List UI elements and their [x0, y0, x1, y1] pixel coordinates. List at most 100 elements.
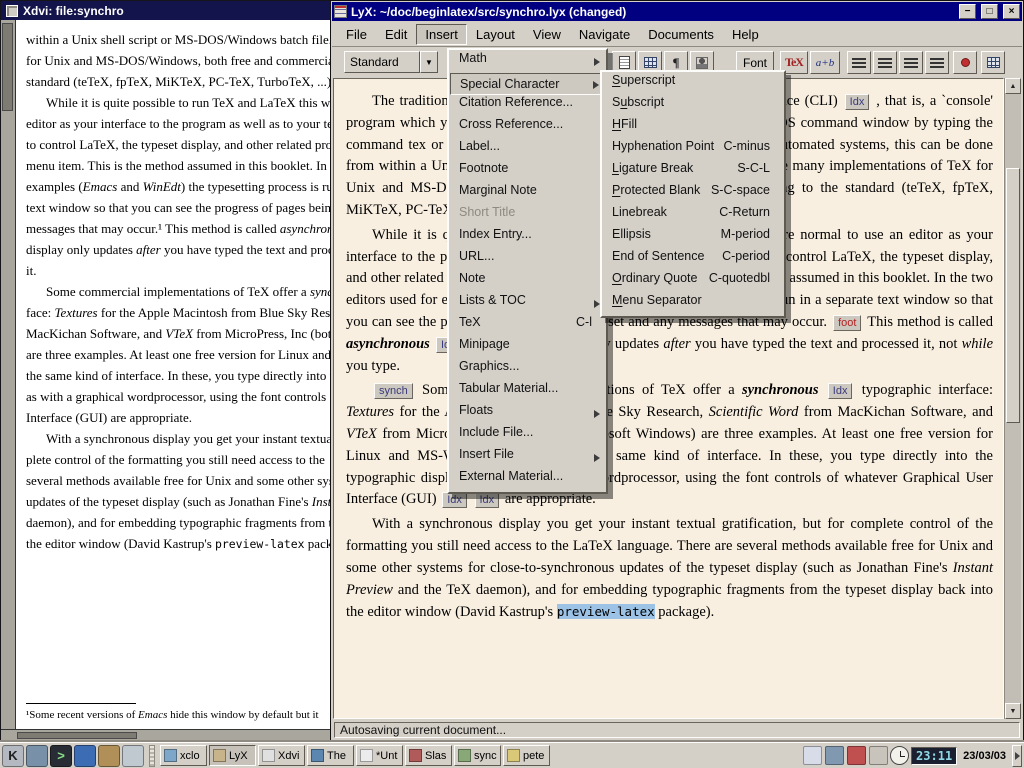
applet-handle[interactable] — [149, 745, 155, 767]
menubar-item-edit[interactable]: Edit — [376, 24, 416, 45]
xdvi-window-icon[interactable] — [6, 5, 18, 17]
menu-item-superscript[interactable]: Superscript — [603, 73, 783, 95]
konqueror-icon[interactable] — [74, 745, 96, 767]
lyx-window-icon[interactable] — [334, 5, 347, 18]
math-mode-button[interactable]: a+b — [810, 51, 840, 74]
description-icon[interactable] — [899, 51, 923, 74]
speaker-icon[interactable] — [869, 746, 888, 765]
footnote-inset-button[interactable]: foot — [833, 315, 861, 331]
menu-item-graphics[interactable]: Graphics... — [450, 359, 605, 381]
show-desktop-icon[interactable] — [26, 745, 48, 767]
close-button[interactable]: × — [1003, 4, 1020, 19]
document-scrollbar[interactable]: ▲ ▼ — [1004, 78, 1021, 719]
menu-item-citation-reference[interactable]: Citation Reference... — [450, 95, 605, 117]
scroll-thumb[interactable] — [1006, 168, 1020, 423]
xdvi-page-view[interactable]: within a Unix shell script or MS-DOS/Win… — [16, 20, 331, 729]
menu-item-include-file[interactable]: Include File... — [450, 425, 605, 447]
menu-item-insert-file[interactable]: Insert File — [450, 447, 605, 469]
menu-item-ellipsis[interactable]: EllipsisM-period — [603, 227, 783, 249]
k-menu-icon[interactable]: K — [2, 745, 24, 767]
task-button-the[interactable]: The — [307, 745, 354, 766]
inset-button[interactable]: Idx — [828, 383, 853, 399]
menu-item-menu-separator[interactable]: Menu Separator — [603, 293, 783, 315]
menu-item-minipage[interactable]: Minipage — [450, 337, 605, 359]
menubar-item-navigate[interactable]: Navigate — [570, 24, 639, 45]
menu-item-marginal-note[interactable]: Marginal Note — [450, 183, 605, 205]
enumerate-icon[interactable] — [873, 51, 897, 74]
task-button-xclo[interactable]: xclo — [160, 745, 207, 766]
description-icon-glyph — [904, 58, 918, 60]
inset-button[interactable]: Idx — [845, 94, 870, 110]
menu-item-special-character[interactable]: Special Character — [450, 73, 605, 95]
menu-item-short-title[interactable]: Short Title — [450, 205, 605, 227]
menu-item-cross-reference[interactable]: Cross Reference... — [450, 117, 605, 139]
menu-item-label[interactable]: Label... — [450, 139, 605, 161]
menubar-item-documents[interactable]: Documents — [639, 24, 723, 45]
menu-item-subscript[interactable]: Subscript — [603, 95, 783, 117]
menu-item-label: Cross Reference... — [459, 117, 563, 131]
text-segment: hide this window by default but it — [167, 709, 318, 721]
task-button-pete[interactable]: pete — [503, 745, 550, 766]
menu-item-footnote[interactable]: Footnote — [450, 161, 605, 183]
itemize-icon[interactable] — [847, 51, 871, 74]
xdvi-horizontal-scrollbar[interactable] — [1, 729, 331, 741]
lyx-titlebar[interactable]: LyX: ~/doc/beginlatex/src/synchro.lyx (c… — [332, 2, 1022, 21]
clock-date[interactable]: 23/03/03 — [959, 750, 1010, 762]
xdvi-vertical-scroll-thumb[interactable] — [2, 23, 13, 111]
xdvi-vertical-scrollbar[interactable] — [1, 20, 16, 729]
text-segment — [819, 382, 826, 398]
menu-item-lists-toc[interactable]: Lists & TOC — [450, 293, 605, 315]
menu-item-tex[interactable]: TeXC-l — [450, 315, 605, 337]
task-button-xdvi[interactable]: Xdvi — [258, 745, 305, 766]
xdvi-horizontal-scroll-thumb[interactable] — [17, 732, 137, 739]
task-button-sync[interactable]: sync — [454, 745, 501, 766]
menu-item-floats[interactable]: Floats — [450, 403, 605, 425]
combo-dropdown-icon[interactable]: ▼ — [420, 51, 438, 73]
panel-hide-button[interactable] — [1012, 745, 1022, 767]
layout-combo-value[interactable]: Standard — [344, 51, 420, 73]
menu-item-tabular-material[interactable]: Tabular Material... — [450, 381, 605, 403]
menu-item-note[interactable]: Note — [450, 271, 605, 293]
menubar-item-file[interactable]: File — [337, 24, 376, 45]
scroll-down-icon[interactable]: ▼ — [1005, 703, 1021, 719]
inset-button[interactable]: Idx — [475, 492, 500, 508]
maximize-button[interactable]: □ — [981, 4, 998, 19]
text-segment: you have typed the text and processed — [161, 242, 331, 257]
menubar-item-help[interactable]: Help — [723, 24, 768, 45]
menu-item-ligature-break[interactable]: Ligature BreakS-C-L — [603, 161, 783, 183]
layout-combo[interactable]: Standard ▼ — [344, 51, 438, 73]
inset-button[interactable]: Idx — [442, 492, 467, 508]
menu-item-url[interactable]: URL... — [450, 249, 605, 271]
help-icon[interactable] — [122, 745, 144, 767]
menubar-item-view[interactable]: View — [524, 24, 570, 45]
monitor-icon[interactable] — [825, 746, 844, 765]
task-button-lyx[interactable]: LyX — [209, 745, 256, 766]
menu-item-hyphenation-point[interactable]: Hyphenation PointC-minus — [603, 139, 783, 161]
menu-item-linebreak[interactable]: LinebreakC-Return — [603, 205, 783, 227]
menubar-item-layout[interactable]: Layout — [467, 24, 524, 45]
menu-item-protected-blank[interactable]: Protected BlankS-C-space — [603, 183, 783, 205]
menu-item-end-of-sentence[interactable]: End of SentenceC-period — [603, 249, 783, 271]
scroll-up-icon[interactable]: ▲ — [1005, 78, 1021, 94]
applet-icon[interactable] — [847, 746, 866, 765]
task-button-unt[interactable]: *Unt — [356, 745, 403, 766]
inset-button[interactable]: synch — [374, 383, 413, 399]
menubar-item-insert[interactable]: Insert — [416, 24, 467, 45]
menu-item-external-material[interactable]: External Material... — [450, 469, 605, 491]
digital-clock[interactable]: 23:11 — [911, 747, 957, 765]
menu-item-ordinary-quote[interactable]: Ordinary QuoteC-quotedbl — [603, 271, 783, 293]
menu-item-math[interactable]: Math — [450, 51, 605, 73]
clock-face-icon[interactable] — [890, 746, 909, 765]
menu-item-index-entry[interactable]: Index Entry... — [450, 227, 605, 249]
note-icon[interactable] — [953, 51, 977, 74]
terminal-icon[interactable]: > — [50, 745, 72, 767]
xdvi-titlebar[interactable]: Xdvi: file:synchro — [1, 1, 331, 20]
menu-item-hfill[interactable]: HFill — [603, 117, 783, 139]
mail-icon[interactable] — [98, 745, 120, 767]
depth-icon[interactable] — [925, 51, 949, 74]
klipper-icon[interactable] — [803, 746, 822, 765]
minimize-button[interactable]: − — [959, 4, 976, 19]
insert-table-icon[interactable] — [981, 51, 1005, 74]
math-mode-button-glyph: a+b — [816, 57, 834, 69]
task-button-slas[interactable]: Slas — [405, 745, 452, 766]
